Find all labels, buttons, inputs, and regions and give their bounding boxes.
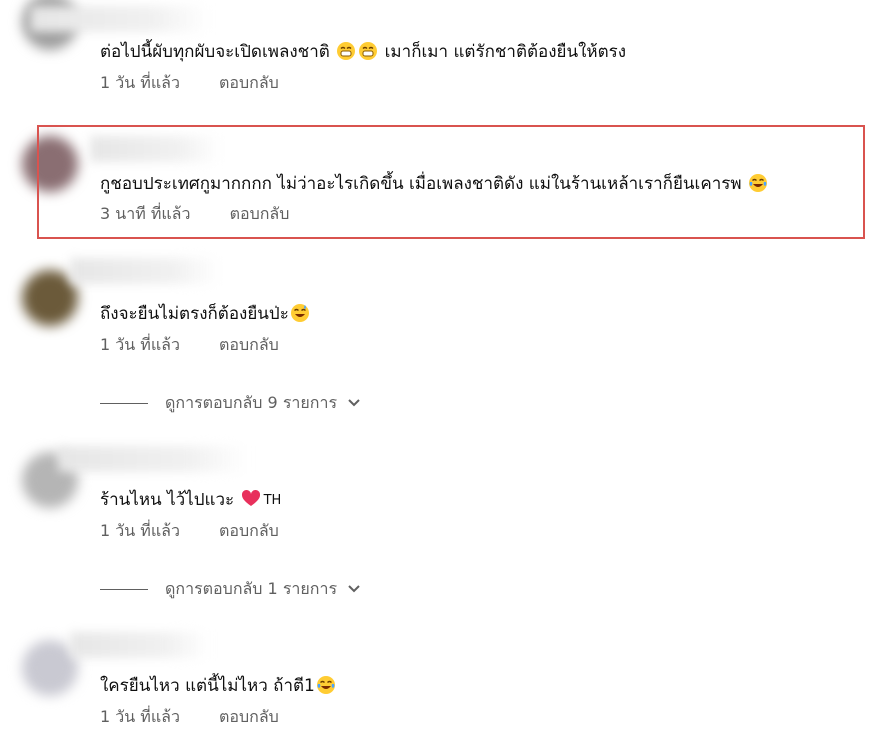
comment-text: ถึงจะยืนไม่ตรงก็ต้องยืนป่ะ — [100, 302, 311, 326]
reply-button[interactable]: ตอบกลับ — [219, 706, 279, 728]
tears-of-joy-icon — [316, 676, 335, 694]
timestamp: 1 วัน ที่แล้ว — [100, 73, 180, 92]
author-name-blurred[interactable] — [30, 6, 210, 32]
comment-text-part: ร้านไหน ไว้ไปแวะ — [100, 490, 235, 510]
chevron-down-icon — [348, 399, 360, 407]
reply-button[interactable]: ตอบกลับ — [219, 334, 279, 356]
timestamp: 1 วัน ที่แล้ว — [100, 521, 180, 540]
view-replies-button[interactable]: ดูการตอบกลับ 9 รายการ — [100, 390, 361, 416]
divider-line — [100, 588, 148, 590]
view-replies-label: ดูการตอบกลับ 9 รายการ — [165, 392, 338, 412]
chevron-down-icon — [348, 585, 360, 593]
comment-meta: 1 วัน ที่แล้ว ตอบกลับ — [100, 706, 279, 728]
reply-button[interactable]: ตอบกลับ — [219, 520, 279, 542]
author-name-blurred[interactable] — [70, 258, 220, 284]
comment-meta: 1 วัน ที่แล้ว ตอบกลับ — [100, 520, 279, 542]
divider-line — [100, 402, 148, 404]
comment-text-part: กูชอบประเทศกูมากกกก ไม่ว่าอะไรเกิดขึ้น เ… — [100, 174, 742, 194]
timestamp: 1 วัน ที่แล้ว — [100, 335, 180, 354]
comment-text: กูชอบประเทศกูมากกกก ไม่ว่าอะไรเกิดขึ้น เ… — [100, 172, 769, 196]
comment-meta: 1 วัน ที่แล้ว ตอบกลับ — [100, 334, 279, 356]
grinning-face-icon — [359, 42, 378, 60]
author-name-blurred[interactable] — [58, 446, 248, 472]
reply-button[interactable]: ตอบกลับ — [230, 203, 290, 225]
comment-text-part: ใครยืนไหว แต่นี้ไม่ไหว ถ้าตี1 — [100, 676, 315, 696]
view-replies-label: ดูการตอบกลับ 1 รายการ — [165, 578, 338, 598]
author-name-blurred[interactable] — [90, 136, 220, 162]
avatar[interactable] — [22, 136, 78, 192]
grinning-face-icon — [337, 42, 356, 60]
flag-badge: TH — [263, 493, 282, 508]
comment-text-part: ถึงจะยืนไม่ตรงก็ต้องยืนป่ะ — [100, 304, 289, 324]
comment-text: ใครยืนไหว แต่นี้ไม่ไหว ถ้าตี1 — [100, 674, 337, 698]
author-name-blurred[interactable] — [70, 632, 210, 658]
timestamp: 3 นาที ที่แล้ว — [100, 204, 191, 223]
comment-text: ต่อไปนี้ผับทุกผับจะเปิดเพลงชาติ เมาก็เมา… — [100, 40, 626, 64]
reply-button[interactable]: ตอบกลับ — [219, 72, 279, 94]
comment-text-part: ต่อไปนี้ผับทุกผับจะเปิดเพลงชาติ — [100, 42, 330, 62]
view-replies-button[interactable]: ดูการตอบกลับ 1 รายการ — [100, 576, 361, 602]
sweat-smile-icon — [290, 304, 309, 322]
comment-meta: 1 วัน ที่แล้ว ตอบกลับ — [100, 72, 279, 94]
comment-meta: 3 นาที ที่แล้ว ตอบกลับ — [100, 203, 289, 225]
tears-of-joy-icon — [749, 174, 767, 192]
comment-text-part: เมาก็เมา แต่รักชาติต้องยืนให้ตรง — [384, 42, 627, 62]
timestamp: 1 วัน ที่แล้ว — [100, 707, 180, 726]
comment-text: ร้านไหน ไว้ไปแวะ TH — [100, 488, 281, 513]
heart-icon — [241, 489, 260, 506]
